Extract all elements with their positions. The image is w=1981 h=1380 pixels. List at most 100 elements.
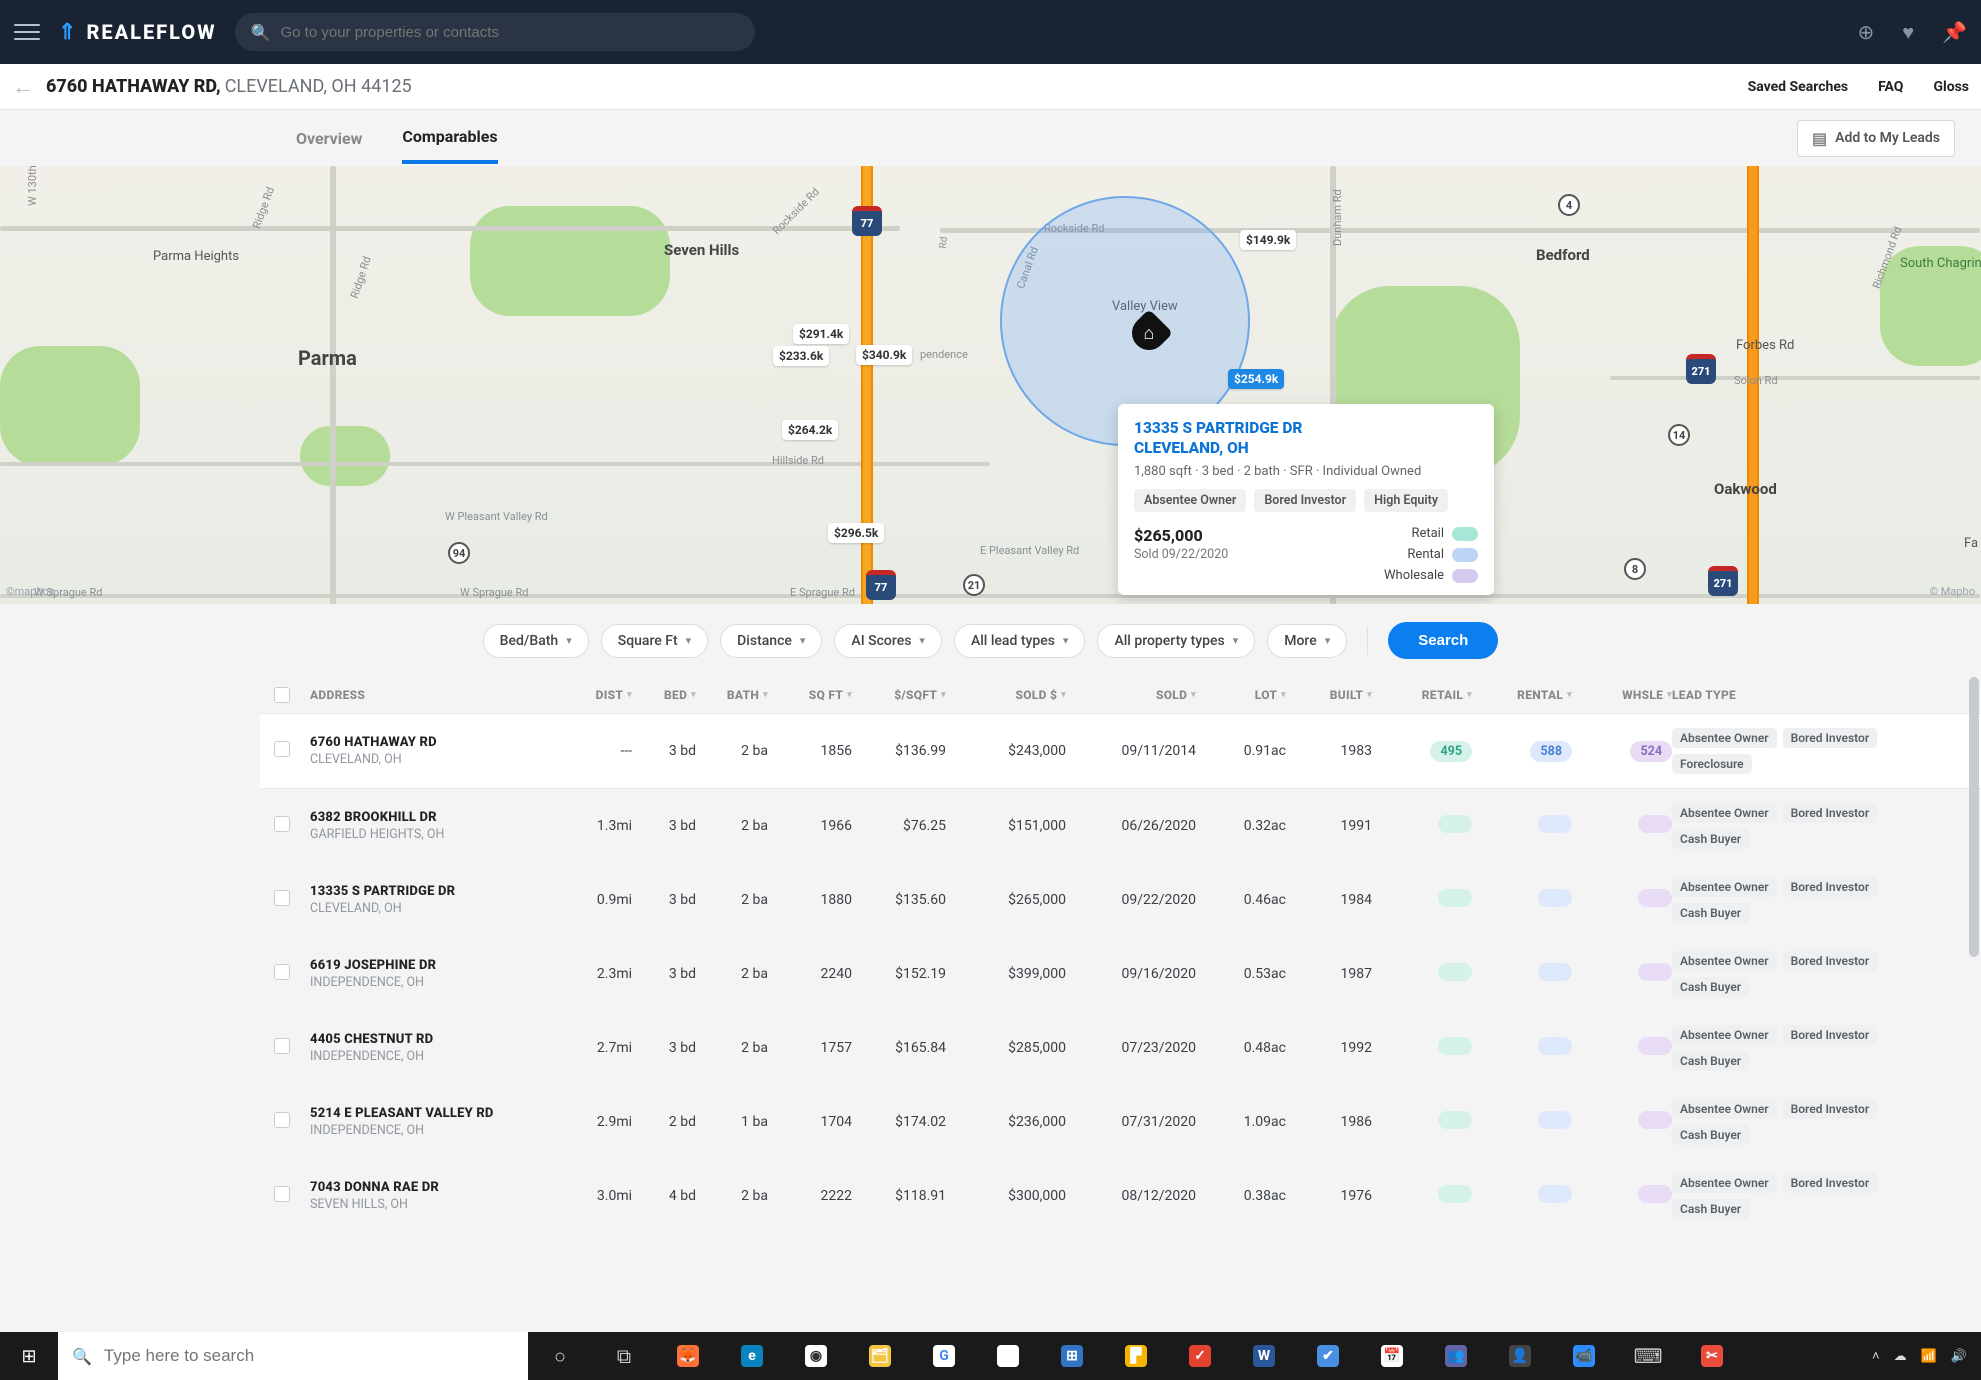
filter-more[interactable]: More▾	[1267, 624, 1347, 658]
table-row[interactable]: 6760 HATHAWAY RDCLEVELAND, OH --- 3 bd 2…	[260, 713, 1981, 789]
zoom-icon[interactable]: 📹	[1552, 1332, 1616, 1380]
col-leadtype[interactable]: LEAD TYPE	[1672, 688, 1932, 702]
sqft-cell: 2222	[768, 1188, 852, 1204]
map-price-pin[interactable]: $296.5k	[828, 523, 884, 543]
row-checkbox[interactable]	[274, 1186, 290, 1202]
map-price-pin[interactable]: $264.2k	[782, 420, 838, 440]
address-cell[interactable]: 5214 E PLEASANT VALLEY RDINDEPENDENCE, O…	[310, 1106, 560, 1138]
filter-sqft[interactable]: Square Ft▾	[601, 624, 708, 658]
google-icon[interactable]: G	[912, 1332, 976, 1380]
filter-lead-types[interactable]: All lead types▾	[954, 624, 1086, 658]
row-checkbox[interactable]	[274, 816, 290, 832]
address-cell[interactable]: 13335 S PARTRIDGE DRCLEVELAND, OH	[310, 884, 560, 916]
row-checkbox[interactable]	[274, 964, 290, 980]
address-cell[interactable]: 6619 JOSEPHINE DRINDEPENDENCE, OH	[310, 958, 560, 990]
menu-icon[interactable]	[14, 19, 40, 45]
tasks-icon[interactable]: ✔	[1296, 1332, 1360, 1380]
brand-logo[interactable]: ⇑ REALEFLOW	[58, 20, 217, 45]
col-bath[interactable]: BATH▾	[696, 688, 768, 702]
map-price-pin[interactable]: $291.4k	[793, 324, 849, 344]
slack-icon[interactable]: ⌗	[976, 1332, 1040, 1380]
tab-overview[interactable]: Overview	[296, 115, 362, 162]
col-dist[interactable]: DIST▾	[560, 688, 632, 702]
saved-searches-link[interactable]: Saved Searches	[1748, 79, 1849, 95]
filter-bedbath[interactable]: Bed/Bath▾	[483, 624, 589, 658]
add-icon[interactable]: ⊕	[1857, 20, 1874, 45]
taskbar-search-input[interactable]	[104, 1346, 514, 1366]
calculator-icon[interactable]: ⊞	[1040, 1332, 1104, 1380]
tab-comparables[interactable]: Comparables	[402, 113, 497, 164]
system-tray[interactable]: ˄ ☁ 📶 🔊	[1858, 1348, 1981, 1364]
todoist-icon[interactable]: ✓	[1168, 1332, 1232, 1380]
col-lot[interactable]: LOT▾	[1196, 688, 1286, 702]
cloud-icon[interactable]: ☁	[1894, 1349, 1907, 1364]
pin-icon[interactable]: 📌	[1942, 20, 1967, 45]
map-price-pin-active[interactable]: $254.9k	[1228, 369, 1284, 389]
heart-icon[interactable]: ♥	[1902, 20, 1914, 45]
explorer-icon[interactable]: 🗂	[848, 1332, 912, 1380]
snip-icon[interactable]: ✂	[1680, 1332, 1744, 1380]
select-all-checkbox[interactable]	[274, 687, 290, 703]
col-whsle[interactable]: WHSLE▾	[1572, 688, 1672, 702]
address-cell[interactable]: 7043 DONNA RAE DRSEVEN HILLS, OH	[310, 1180, 560, 1212]
row-checkbox[interactable]	[274, 741, 290, 757]
col-rental[interactable]: RENTAL▾	[1472, 688, 1572, 702]
teams-icon[interactable]: 👥	[1424, 1332, 1488, 1380]
task-view-icon[interactable]: ⧉	[592, 1332, 656, 1380]
col-retail[interactable]: RETAIL▾	[1372, 688, 1472, 702]
sticky-notes-icon[interactable]: ▛	[1104, 1332, 1168, 1380]
table-row[interactable]: 5214 E PLEASANT VALLEY RDINDEPENDENCE, O…	[260, 1085, 1981, 1159]
filter-distance[interactable]: Distance▾	[720, 624, 822, 658]
lead-tag: Bored Investor	[1783, 1099, 1878, 1119]
address-cell[interactable]: 6760 HATHAWAY RDCLEVELAND, OH	[310, 735, 560, 767]
row-checkbox[interactable]	[274, 1038, 290, 1054]
tray-chevron-up-icon[interactable]: ˄	[1872, 1348, 1880, 1364]
taskbar-search[interactable]: 🔍	[58, 1332, 528, 1380]
col-sold[interactable]: SOLD▾	[1066, 688, 1196, 702]
firefox-icon[interactable]: 🦊	[656, 1332, 720, 1380]
search-button[interactable]: Search	[1388, 622, 1498, 659]
map-price-pin[interactable]: $149.9k	[1240, 230, 1296, 250]
word-icon[interactable]: W	[1232, 1332, 1296, 1380]
add-to-leads-button[interactable]: ▤ Add to My Leads	[1797, 120, 1955, 157]
map-price-pin[interactable]: $233.6k	[773, 346, 829, 366]
wifi-icon[interactable]: 📶	[1921, 1349, 1937, 1364]
mapbox-credit: © Mapbo	[1929, 585, 1975, 598]
volume-icon[interactable]: 🔊	[1951, 1349, 1967, 1364]
calendar-icon[interactable]: 📅	[1360, 1332, 1424, 1380]
address-cell[interactable]: 6382 BROOKHILL DRGARFIELD HEIGHTS, OH	[310, 810, 560, 842]
glossary-link[interactable]: Gloss	[1933, 79, 1969, 95]
map-price-pin[interactable]: $340.9k	[856, 345, 912, 365]
scrollbar[interactable]	[1969, 677, 1979, 957]
row-checkbox[interactable]	[274, 1112, 290, 1128]
address-cell[interactable]: 4405 CHESTNUT RDINDEPENDENCE, OH	[310, 1032, 560, 1064]
property-address-street: 6760 HATHAWAY RD,	[46, 76, 221, 97]
comparables-map[interactable]: 77 77 271 271 94 21 4 8 14 Parma Heights…	[0, 166, 1981, 604]
col-bed[interactable]: BED▾	[632, 688, 696, 702]
col-psqft[interactable]: $/SQFT▾	[852, 688, 946, 702]
cortana-icon[interactable]: ○	[528, 1332, 592, 1380]
row-checkbox[interactable]	[274, 890, 290, 906]
table-row[interactable]: 13335 S PARTRIDGE DRCLEVELAND, OH 0.9mi …	[260, 863, 1981, 937]
back-arrow-icon[interactable]: ←	[12, 74, 34, 100]
people-icon[interactable]: 👤	[1488, 1332, 1552, 1380]
filter-ai-scores[interactable]: AI Scores▾	[834, 624, 942, 658]
table-row[interactable]: 6619 JOSEPHINE DRINDEPENDENCE, OH 2.3mi …	[260, 937, 1981, 1011]
global-search-input[interactable]	[281, 24, 739, 41]
table-row[interactable]: 4405 CHESTNUT RDINDEPENDENCE, OH 2.7mi 3…	[260, 1011, 1981, 1085]
edge-icon[interactable]: e	[720, 1332, 784, 1380]
faq-link[interactable]: FAQ	[1878, 79, 1903, 95]
col-sqft[interactable]: SQ FT▾	[768, 688, 852, 702]
global-search[interactable]: 🔍	[235, 13, 755, 51]
chrome-icon[interactable]: ◉	[784, 1332, 848, 1380]
table-row[interactable]: 7043 DONNA RAE DRSEVEN HILLS, OH 3.0mi 4…	[260, 1159, 1981, 1233]
col-address[interactable]: ADDRESS	[310, 688, 560, 702]
windows-start-icon[interactable]: ⊞	[0, 1332, 58, 1380]
filter-property-types[interactable]: All property types▾	[1097, 624, 1255, 658]
col-sold-price[interactable]: SOLD $▾	[946, 688, 1066, 702]
lot-cell: 0.38ac	[1196, 1188, 1286, 1204]
keyboard-icon[interactable]: ⌨	[1616, 1332, 1680, 1380]
table-row[interactable]: 6382 BROOKHILL DRGARFIELD HEIGHTS, OH 1.…	[260, 789, 1981, 863]
col-built[interactable]: BUILT▾	[1286, 688, 1372, 702]
popup-title[interactable]: 13335 S PARTRIDGE DR CLEVELAND, OH	[1134, 418, 1478, 458]
